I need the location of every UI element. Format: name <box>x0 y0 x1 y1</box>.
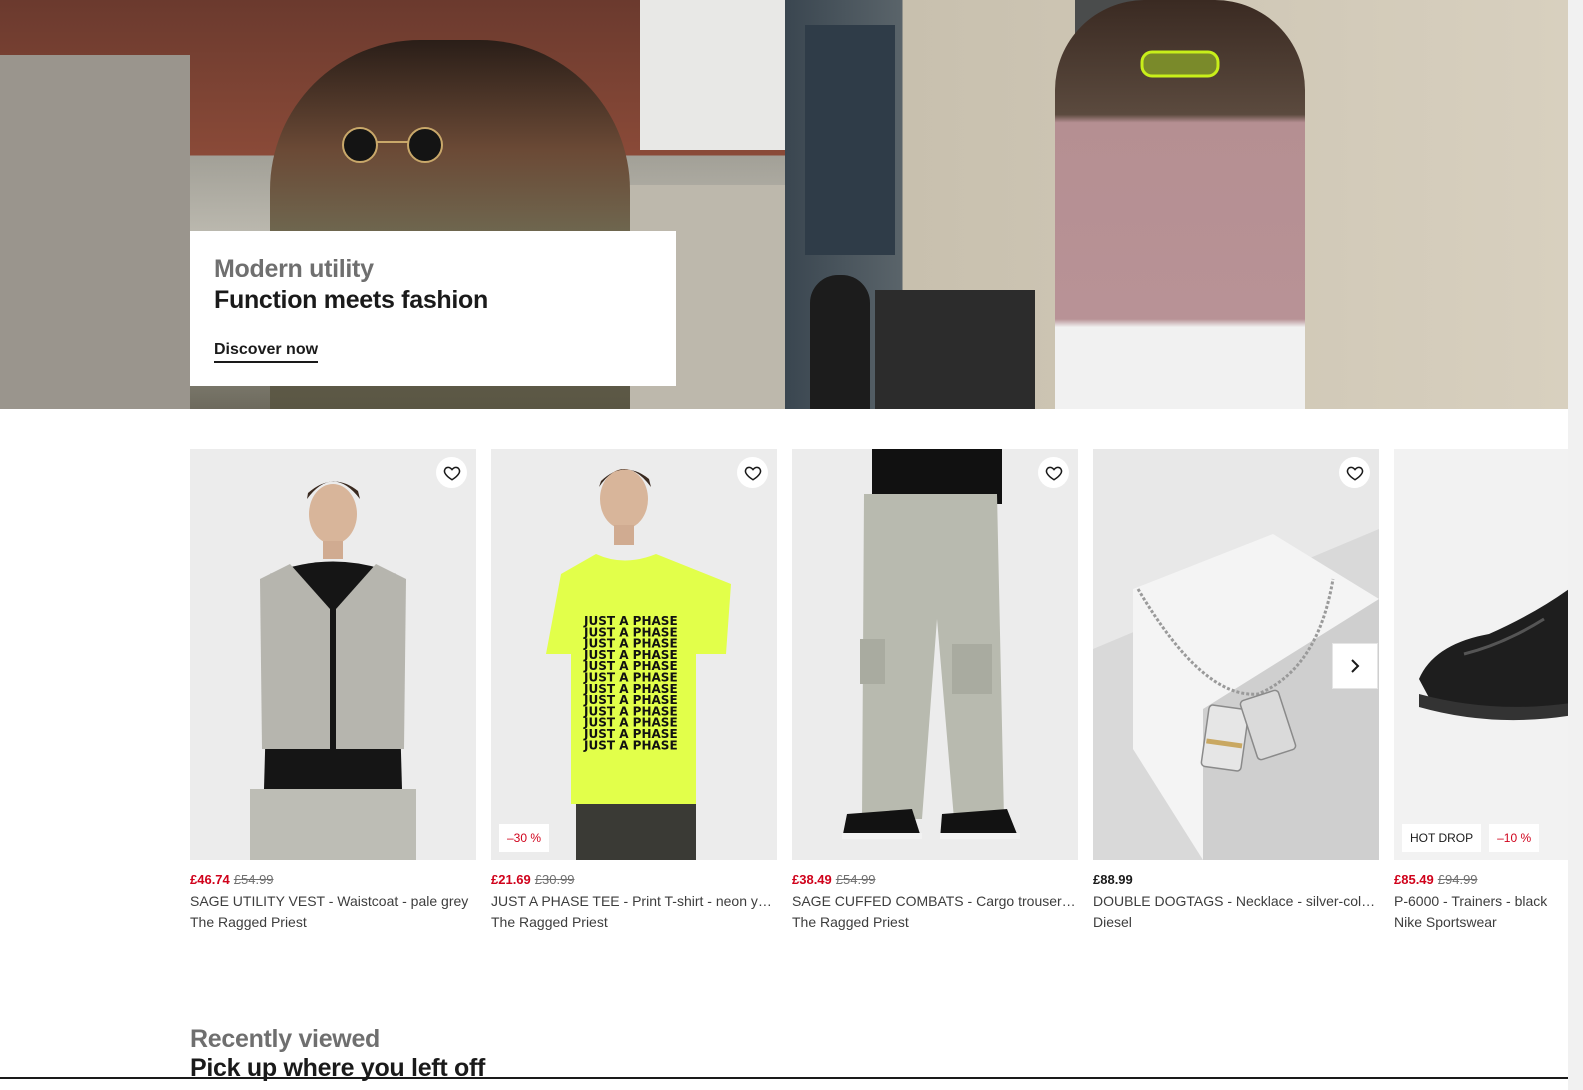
product-brand: The Ragged Priest <box>491 914 608 930</box>
scrollbar[interactable] <box>1568 0 1583 1090</box>
hot-drop-badge: HOT DROP <box>1402 824 1482 852</box>
current-price: £46.74 <box>190 872 230 887</box>
tee-print-text: JUST A PHASEJUST A PHASEJUST A PHASEJUST… <box>583 614 678 752</box>
tee-print-line: JUST A PHASE <box>583 738 678 752</box>
product-name[interactable]: JUST A PHASE TEE - Print T-shirt - neon … <box>491 893 777 909</box>
price-line: £38.49 £54.99 <box>792 872 1078 888</box>
price-line: £21.69 £30.99 <box>491 872 777 888</box>
add-to-wishlist-button[interactable] <box>1038 457 1069 488</box>
product-carousel: £46.74 £54.99 SAGE UTILITY VEST - Waistco… <box>190 449 1568 939</box>
product-card[interactable]: £38.49 £54.99 SAGE CUFFED COMBATS - Cargo… <box>792 449 1078 939</box>
heart-outline-icon <box>744 466 761 481</box>
product-name[interactable]: P-6000 - Trainers - black <box>1394 893 1568 909</box>
badge-row: –30 % <box>499 824 550 852</box>
vest-product-image <box>190 449 476 860</box>
divider <box>0 1077 1568 1079</box>
product-brand: The Ragged Priest <box>190 914 307 930</box>
product-name[interactable]: DOUBLE DOGTAGS - Necklace - silver-col… <box>1093 893 1379 909</box>
current-price: £38.49 <box>792 872 832 887</box>
product-image[interactable]: JUST A PHASE JUST A PHASE JUST A PHASE JUST… <box>491 449 777 860</box>
section-eyebrow: Recently viewed <box>190 1025 381 1053</box>
current-price: £21.69 <box>491 872 531 887</box>
price-line: £88.99 <box>1093 872 1379 888</box>
discover-now-link[interactable]: Discover now <box>214 341 319 363</box>
heart-outline-icon <box>443 466 460 481</box>
add-to-wishlist-button[interactable] <box>1339 457 1370 488</box>
price-line: £46.74 £54.99 <box>190 872 476 888</box>
hero-card: Modern utility Function meets fashion Di… <box>190 231 676 386</box>
chevron-right-icon <box>1351 659 1360 673</box>
product-image[interactable] <box>792 449 1078 860</box>
product-name[interactable]: SAGE CUFFED COMBATS - Cargo trouser… <box>792 893 1078 909</box>
product-brand: Diesel <box>1093 914 1132 930</box>
heart-outline-icon <box>1045 466 1062 481</box>
add-to-wishlist-button[interactable] <box>436 457 467 488</box>
trainer-product-image <box>1394 449 1568 860</box>
original-price: £30.99 <box>534 872 575 887</box>
product-card[interactable]: HOT DROP –10 % £85.49 £94.99 P-6000 - Tra… <box>1394 449 1568 939</box>
hero-eyebrow: Modern utility <box>214 255 374 283</box>
discount-badge: –30 % <box>499 824 550 852</box>
heart-outline-icon <box>1346 466 1363 481</box>
product-card[interactable]: JUST A PHASE JUST A PHASE JUST A PHASE JUST… <box>491 449 777 939</box>
hero-banner[interactable]: Modern utility Function meets fashion Di… <box>0 0 1568 409</box>
hero-title: Function meets fashion <box>214 286 488 314</box>
product-image[interactable]: HOT DROP –10 % <box>1394 449 1568 860</box>
product-brand: Nike Sportswear <box>1394 914 1497 930</box>
current-price: £85.49 <box>1394 872 1434 887</box>
product-card[interactable]: £46.74 £54.99 SAGE UTILITY VEST - Waistco… <box>190 449 476 939</box>
visor-graphic <box>1140 50 1220 78</box>
tee-product-image: JUST A PHASEJUST A PHASEJUST A PHASEJUST… <box>491 449 777 860</box>
product-card[interactable]: £88.99 DOUBLE DOGTAGS - Necklace - silve… <box>1093 449 1379 939</box>
hero-image-right <box>785 0 1568 409</box>
sunglasses-graphic <box>342 127 443 163</box>
product-name[interactable]: SAGE UTILITY VEST - Waistcoat - pale gre… <box>190 893 476 909</box>
original-price: £54.99 <box>835 872 876 887</box>
original-price: £94.99 <box>1437 872 1478 887</box>
add-to-wishlist-button[interactable] <box>737 457 768 488</box>
discount-badge: –10 % <box>1489 824 1540 852</box>
original-price: £54.99 <box>233 872 274 887</box>
product-brand: The Ragged Priest <box>792 914 909 930</box>
product-image[interactable] <box>190 449 476 860</box>
combats-product-image <box>792 449 1078 860</box>
current-price: £88.99 <box>1093 872 1133 887</box>
page: Modern utility Function meets fashion Di… <box>0 0 1583 1090</box>
carousel-next-button[interactable] <box>1332 643 1378 689</box>
price-line: £85.49 £94.99 <box>1394 872 1568 888</box>
badge-row: HOT DROP –10 % <box>1402 824 1540 852</box>
